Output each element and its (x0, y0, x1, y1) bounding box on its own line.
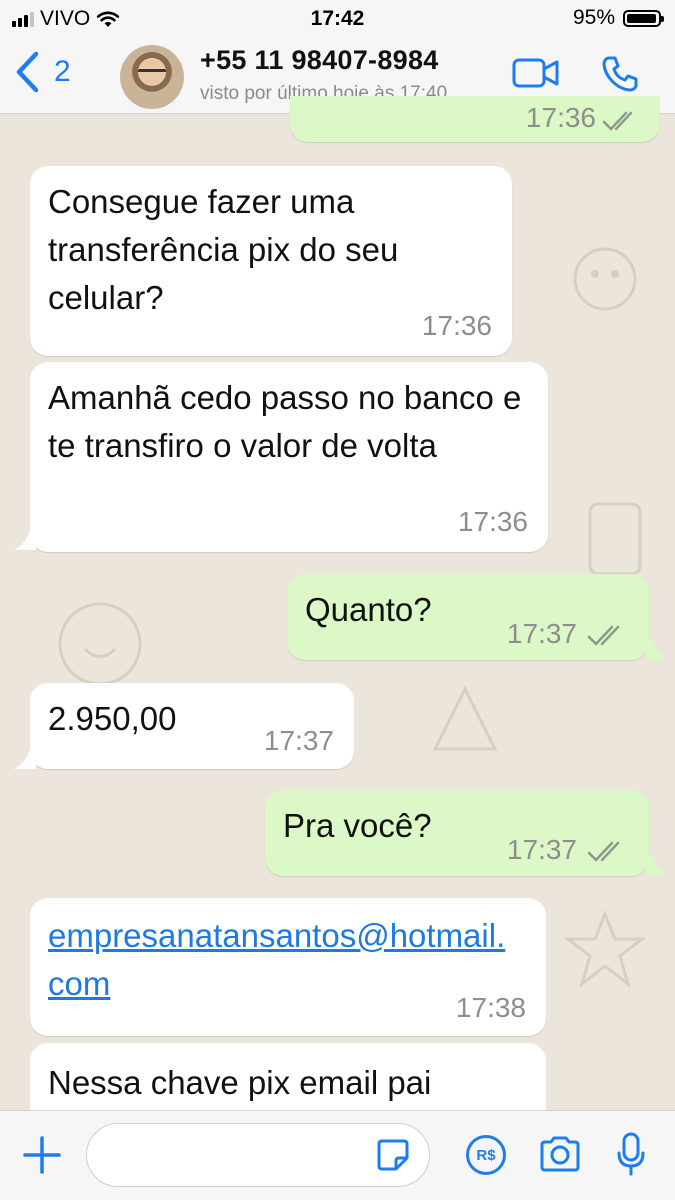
message-time: 17:38 (455, 992, 526, 1023)
microphone-icon (617, 1132, 645, 1176)
voice-message-button[interactable] (616, 1131, 646, 1182)
bubble-tail-icon (646, 856, 668, 876)
unread-count: 2 (54, 55, 71, 88)
avatar[interactable] (120, 45, 184, 109)
pix-currency-icon: R$ (476, 1146, 496, 1164)
message-text: Nessa chave pix email pai (48, 1064, 432, 1101)
email-link[interactable]: empresanatansantos@hotmail.com (48, 912, 520, 1008)
message-text: Amanhã cedo passo no banco e te transfir… (48, 379, 522, 464)
message-bubble-outgoing[interactable]: Pra você? 17:37 (265, 790, 649, 876)
contact-name[interactable]: +55 11 98407-8984 (200, 45, 439, 76)
avatar-glasses (138, 69, 166, 79)
read-receipt-icon (587, 625, 620, 646)
back-button[interactable]: 2 (14, 50, 71, 94)
doodle-icon (573, 247, 637, 311)
read-receipt-icon (602, 111, 633, 131)
payment-button[interactable]: R$ (466, 1135, 506, 1175)
message-time: 17:36 (457, 506, 528, 537)
read-receipt-icon (587, 841, 620, 862)
message-bubble-outgoing[interactable]: Quanto? 17:37 (287, 574, 649, 660)
bubble-tail-icon (14, 530, 36, 550)
chevron-left-icon (16, 51, 39, 93)
status-right: 95% (572, 6, 664, 30)
sticker-icon (377, 1139, 409, 1171)
attach-button[interactable] (22, 1135, 62, 1180)
message-time: 17:36 (421, 310, 492, 341)
message-text: Consegue fazer uma transferência pix do … (48, 183, 399, 316)
bubble-tail-icon (646, 640, 668, 660)
message-text: Pra você? (283, 807, 432, 844)
message-input-bar: R$ (0, 1110, 675, 1200)
message-bubble-incoming[interactable]: Consegue fazer uma transferência pix do … (30, 166, 512, 356)
video-camera-icon (512, 58, 559, 88)
message-time: 17:37 (263, 725, 334, 756)
battery-icon (623, 9, 664, 27)
video-call-button[interactable] (512, 56, 560, 95)
sticker-button[interactable] (376, 1138, 410, 1177)
voice-call-button[interactable] (600, 54, 640, 99)
camera-button[interactable] (538, 1135, 582, 1178)
phone-icon (602, 56, 638, 92)
battery-fill (627, 13, 656, 23)
message-time: 17:37 (506, 618, 577, 649)
message-bubble-outgoing[interactable]: 17:36 (290, 96, 660, 142)
message-text: 2.950,00 (48, 700, 177, 737)
status-bar: VIVO 17:42 95% (0, 0, 675, 36)
message-time: 17:37 (506, 834, 577, 865)
doodle-icon (432, 685, 498, 751)
bubble-tail-icon (14, 749, 36, 769)
battery-percentage: 95% (572, 6, 615, 29)
doodle-icon (588, 502, 642, 576)
camera-icon (540, 1136, 580, 1172)
doodle-icon (563, 909, 647, 989)
plus-icon (23, 1136, 61, 1174)
message-bubble-incoming[interactable]: empresanatansantos@hotmail.com 17:38 (30, 898, 546, 1036)
message-text: Quanto? (305, 591, 432, 628)
message-bubble-incoming[interactable]: Amanhã cedo passo no banco e te transfir… (30, 362, 548, 552)
message-bubble-incoming[interactable]: 2.950,00 17:37 (30, 683, 354, 769)
message-time: 17:36 (525, 102, 596, 133)
